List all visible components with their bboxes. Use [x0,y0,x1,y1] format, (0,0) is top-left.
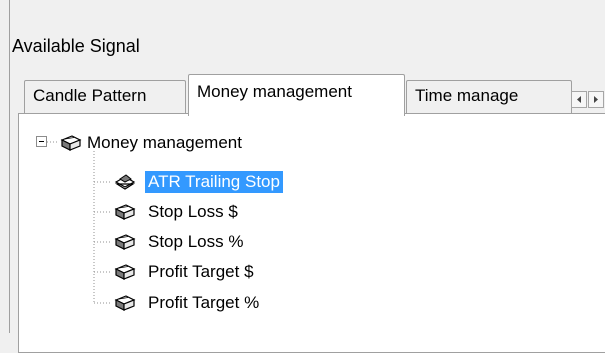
book-icon [114,204,136,220]
tree-node-root[interactable]: Money management [87,132,242,154]
tree-node-atr-trailing-stop[interactable]: ATR Trailing Stop [145,171,283,193]
arrow-right-icon [594,96,598,103]
tab-scroll-left-button[interactable] [571,91,587,108]
book-icon [114,295,136,311]
book-icon [114,264,136,280]
group-box-title: Available Signal [12,36,140,56]
tree-node-stop-loss-dollar[interactable]: Stop Loss $ [148,201,238,223]
tree-node-stop-loss-percent[interactable]: Stop Loss % [148,231,243,253]
open-book-icon [114,174,136,190]
tree-collapse-toggle[interactable] [36,136,47,147]
book-icon [60,135,82,151]
window-left-border [9,0,10,333]
tab-scroll-right-button[interactable] [588,91,604,108]
tab-time-management[interactable]: Time manage [406,80,572,113]
tree-node-profit-target-percent[interactable]: Profit Target % [148,292,259,314]
arrow-left-icon [577,96,581,103]
tab-candle-pattern[interactable]: Candle Pattern [24,80,186,113]
tree-node-profit-target-dollar[interactable]: Profit Target $ [148,261,254,283]
tab-money-management[interactable]: Money management [188,74,405,116]
book-icon [114,234,136,250]
